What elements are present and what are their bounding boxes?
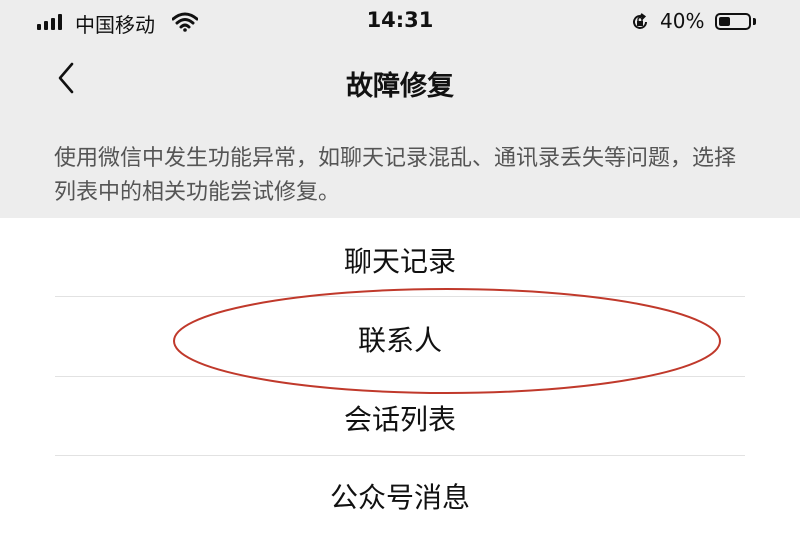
divider: [55, 455, 745, 456]
battery-percent: 40%: [660, 9, 705, 33]
page-title: 故障修复: [346, 71, 454, 102]
nav-bar: 故障修复: [0, 44, 800, 114]
divider: [55, 296, 745, 297]
rotation-lock-icon: [633, 13, 647, 29]
menu-item-conversation-list[interactable]: 会话列表: [0, 398, 800, 438]
battery-icon: [715, 13, 751, 30]
battery-tip: [753, 18, 756, 25]
menu-item-contacts[interactable]: 联系人: [0, 319, 800, 359]
menu-item-official-account-messages[interactable]: 公众号消息: [0, 476, 800, 516]
description-text: 使用微信中发生功能异常，如聊天记录混乱、通讯录丢失等问题，选择列表中的相关功能尝…: [54, 146, 737, 205]
status-bar: 中国移动 14:31 40%: [0, 0, 800, 44]
battery-fill: [719, 17, 730, 26]
menu-item-chat-history[interactable]: 聊天记录: [0, 240, 800, 280]
divider: [55, 376, 745, 377]
